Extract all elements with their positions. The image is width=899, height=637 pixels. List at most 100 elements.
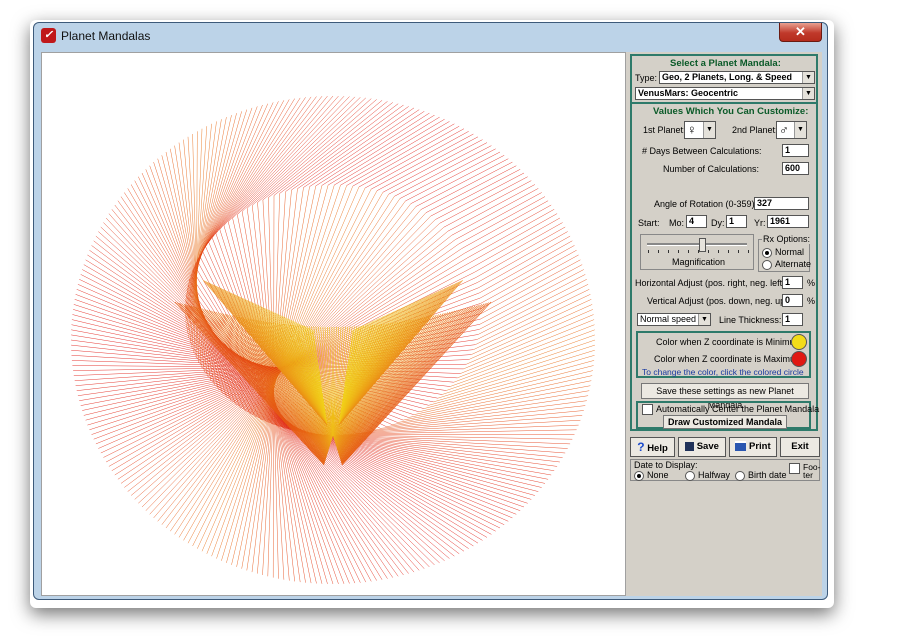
vadjust-label: Vertical Adjust (pos. down, neg. up) xyxy=(647,296,789,306)
magnification-slider[interactable] xyxy=(699,238,707,252)
date-halfway-option[interactable]: Halfway xyxy=(685,470,730,481)
year-input[interactable]: 1961 xyxy=(767,215,809,228)
color-max-circle[interactable] xyxy=(791,351,807,367)
exit-button[interactable]: Exit xyxy=(780,437,820,457)
chevron-down-icon: ▼ xyxy=(802,88,814,99)
day-input[interactable]: 1 xyxy=(726,215,747,228)
vadjust-percent: % xyxy=(807,296,816,306)
rx-normal-option[interactable]: Normal xyxy=(762,247,804,258)
help-button[interactable]: ? Help xyxy=(630,437,675,457)
slider-tick xyxy=(708,250,709,253)
checkbox-icon xyxy=(789,463,800,474)
magnification-box: Magnification xyxy=(640,234,754,270)
print-button[interactable]: Print xyxy=(729,437,777,457)
thickness-input[interactable]: 1 xyxy=(782,313,803,326)
title-bar[interactable]: ✓ Planet Mandalas ✕ xyxy=(34,23,827,49)
radio-icon xyxy=(762,259,772,270)
start-label: Start: xyxy=(638,218,660,228)
angle-label: Angle of Rotation (0-359): xyxy=(654,199,758,209)
slider-tick xyxy=(668,250,669,253)
chevron-down-icon: ▼ xyxy=(698,314,710,325)
floppy-icon xyxy=(685,441,695,451)
rx-alternate-option[interactable]: Alternate xyxy=(762,259,811,270)
rx-normal-label: Normal xyxy=(775,247,805,257)
month-label: Mo: xyxy=(669,218,685,228)
slider-tick xyxy=(658,250,659,253)
date-display-label: Date to Display: xyxy=(634,460,698,470)
draw-mandala-button[interactable]: Draw Customized Mandala xyxy=(663,415,787,429)
mandala-value: VenusMars: Geocentric xyxy=(638,88,739,98)
date-halfway-label: Halfway xyxy=(698,470,731,480)
days-label: # Days Between Calculations: xyxy=(642,146,762,156)
chevron-down-icon: ▼ xyxy=(794,122,806,138)
vadjust-input[interactable]: 0 xyxy=(782,294,803,307)
slider-tick xyxy=(648,250,649,253)
mandala-canvas xyxy=(41,52,626,596)
radio-selected-icon xyxy=(634,470,644,481)
settings-panel: Select a Planet Mandala: Type: Geo, 2 Pl… xyxy=(630,54,820,431)
month-input[interactable]: 4 xyxy=(686,215,707,228)
date-none-option[interactable]: None xyxy=(634,470,669,481)
color-max-label: Color when Z coordinate is Maximum: xyxy=(654,354,806,364)
mandala-lines xyxy=(70,95,596,585)
footer-option[interactable]: Foo- ter xyxy=(789,463,820,480)
slider-tick xyxy=(718,250,719,253)
slider-tick xyxy=(688,250,689,253)
select-header: Select a Planet Mandala: xyxy=(670,58,781,69)
mandala-drawing xyxy=(70,95,596,585)
date-birth-option[interactable]: Birth date xyxy=(735,470,787,481)
print-label: Print xyxy=(749,441,771,452)
printer-icon xyxy=(735,441,747,452)
save-settings-button[interactable]: Save these settings as new Planet Mandal… xyxy=(641,383,809,410)
color-box: Color when Z coordinate is Minimum: Colo… xyxy=(636,331,811,378)
hadjust-input[interactable]: 1 xyxy=(782,276,803,289)
chevron-down-icon: ▼ xyxy=(703,122,715,138)
rx-options-label: Rx Options: xyxy=(762,234,812,244)
type-select[interactable]: Geo, 2 Planets, Long. & Speed ▼ xyxy=(659,71,815,84)
help-label: Help xyxy=(647,443,668,454)
window-title: Planet Mandalas xyxy=(61,29,151,43)
planet2-label: 2nd Planet: xyxy=(732,125,778,135)
venus-symbol: ♀ xyxy=(687,122,697,137)
slider-tick xyxy=(728,250,729,253)
planet2-select[interactable]: ♂ ▼ xyxy=(776,121,807,139)
save-button[interactable]: Save xyxy=(678,437,726,457)
mandala-select[interactable]: VenusMars: Geocentric ▼ xyxy=(635,87,815,100)
calcs-label: Number of Calculations: xyxy=(663,164,760,174)
radio-icon xyxy=(685,470,695,481)
type-value: Geo, 2 Planets, Long. & Speed xyxy=(662,72,793,82)
days-input[interactable]: 1 xyxy=(782,144,809,157)
day-label: Dy: xyxy=(711,218,725,228)
main-window: ✓ Planet Mandalas ✕ Select a Planet Mand… xyxy=(33,22,828,600)
hadjust-label: Horizontal Adjust (pos. right, neg. left… xyxy=(635,278,786,288)
angle-input[interactable]: 327 xyxy=(754,197,809,210)
divider xyxy=(632,102,816,104)
rx-alternate-label: Alternate xyxy=(775,259,812,269)
thickness-label: Line Thickness: xyxy=(719,315,782,325)
close-button[interactable]: ✕ xyxy=(779,23,822,42)
save-label: Save xyxy=(696,441,719,452)
question-icon: ? xyxy=(637,440,645,454)
radio-selected-icon xyxy=(762,247,772,258)
app-logo-icon: ✓ xyxy=(41,28,56,43)
type-label: Type: xyxy=(635,73,658,83)
speed-value: Normal speed xyxy=(640,314,697,324)
year-label: Yr: xyxy=(754,218,766,228)
slider-tick xyxy=(748,250,749,253)
calcs-input[interactable]: 600 xyxy=(782,162,809,175)
date-display-box: Date to Display: None Halfway Birth date… xyxy=(630,459,820,481)
footer-label: Foo- ter xyxy=(803,462,821,480)
radio-icon xyxy=(735,470,745,481)
date-birth-label: Birth date xyxy=(748,470,787,480)
speed-select[interactable]: Normal speed ▼ xyxy=(637,313,711,326)
rx-options-box: Rx Options: Normal Alternate xyxy=(758,234,812,272)
slider-tick xyxy=(698,250,699,253)
color-min-circle[interactable] xyxy=(791,334,807,350)
auto-center-label: Automatically Center the Planet Mandala xyxy=(656,404,820,414)
planet1-label: 1st Planet: xyxy=(643,125,686,135)
hadjust-percent: % xyxy=(807,278,816,288)
chevron-down-icon: ▼ xyxy=(802,72,814,83)
planet1-select[interactable]: ♀ ▼ xyxy=(684,121,716,139)
auto-center-option[interactable]: Automatically Center the Planet Mandala xyxy=(642,404,820,416)
slider-tick xyxy=(678,250,679,253)
